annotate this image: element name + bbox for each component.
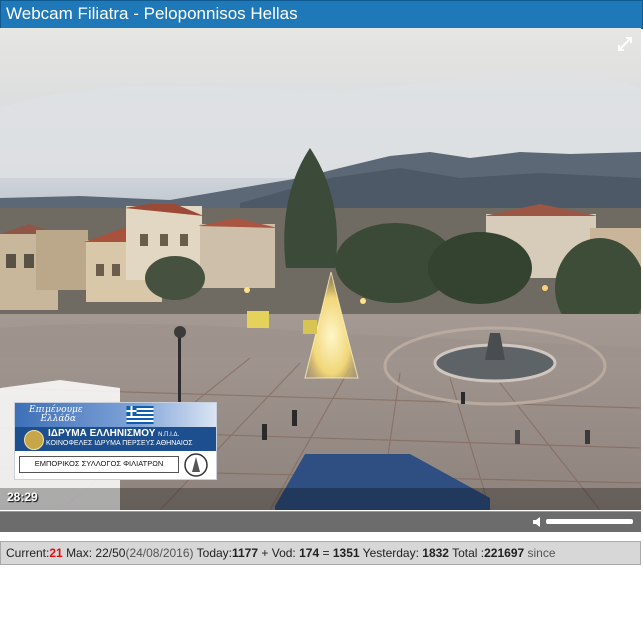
equals-sign: = [322, 546, 330, 560]
banner-association: ΕΜΠΟΡΙΚΟΣ ΣΥΛΛΟΓΟΣ ΦΙΛΙΑΤΡΩΝ [34, 459, 164, 468]
yesterday-value: 1832 [422, 546, 449, 560]
expand-icon[interactable] [617, 36, 633, 52]
max-value: 22/50 [95, 546, 126, 560]
banner-org-suffix: Ν.Π.Ι.Δ. [158, 432, 180, 438]
player-control-bar[interactable] [0, 511, 641, 532]
greek-flag-icon [126, 406, 154, 424]
volume-slider[interactable] [546, 519, 633, 524]
viewer-stats: Current:21 Max: 22/50(24/08/2016) Today:… [6, 546, 556, 560]
banner-motto: Επιμένουμε Ελλάδα [29, 406, 83, 424]
sum-value: 1351 [332, 546, 360, 560]
current-value: 21 [49, 546, 63, 560]
seal-icon [24, 430, 44, 450]
banner-org-name: ΙΔΡΥΜΑ ΕΛΛΗΝΙΣΜΟΥ Ν.Π.Ι.Δ. [48, 428, 179, 439]
yesterday-label: Yesterday: [362, 546, 419, 560]
vod-value: 174 [299, 546, 320, 560]
banner-association-box: ΕΜΠΟΡΙΚΟΣ ΣΥΛΛΟΓΟΣ ΦΙΛΙΑΤΡΩΝ [19, 456, 179, 473]
banner-org-subtitle: ΚΟΙΝΟΦΕΛΕΣ ΙΔΡΥΜΑ ΠΕΡΣΕΥΣ ΑΘΗΝΑΙΟΣ [46, 440, 193, 447]
total-value: 221697 [484, 546, 525, 560]
since-label: since [527, 546, 556, 560]
viewer-stats-bar: Current:21 Max: 22/50(24/08/2016) Today:… [0, 541, 641, 565]
window-title-bar: Webcam Filiatra - Peloponnisos Hellas [0, 0, 643, 29]
volume-icon[interactable] [532, 516, 544, 528]
max-date: (24/08/2016) [125, 546, 194, 560]
video-timestamp: 28:29 [7, 490, 38, 504]
current-label: Current: [6, 546, 50, 560]
today-label: Today: [196, 546, 232, 560]
banner-org-name-text: ΙΔΡΥΜΑ ΕΛΛΗΝΙΣΜΟΥ [48, 428, 156, 439]
webcam-video[interactable]: Επιμένουμε Ελλάδα ΙΔΡΥΜΑ ΕΛΛΗΝΙΣΜΟΥ Ν.Π.… [0, 28, 641, 510]
vod-label: + Vod: [261, 546, 296, 560]
banner-motto-line2: Ελλάδα [40, 414, 77, 424]
today-value: 1177 [232, 546, 259, 560]
sponsor-banner: Επιμένουμε Ελλάδα ΙΔΡΥΜΑ ΕΛΛΗΝΙΣΜΟΥ Ν.Π.… [14, 402, 217, 480]
total-label: Total : [452, 546, 485, 560]
emblem-icon [184, 453, 208, 477]
max-label: Max: [66, 546, 93, 560]
banner-header: Επιμένουμε Ελλάδα [15, 403, 216, 427]
window-title: Webcam Filiatra - Peloponnisos Hellas [6, 4, 298, 23]
